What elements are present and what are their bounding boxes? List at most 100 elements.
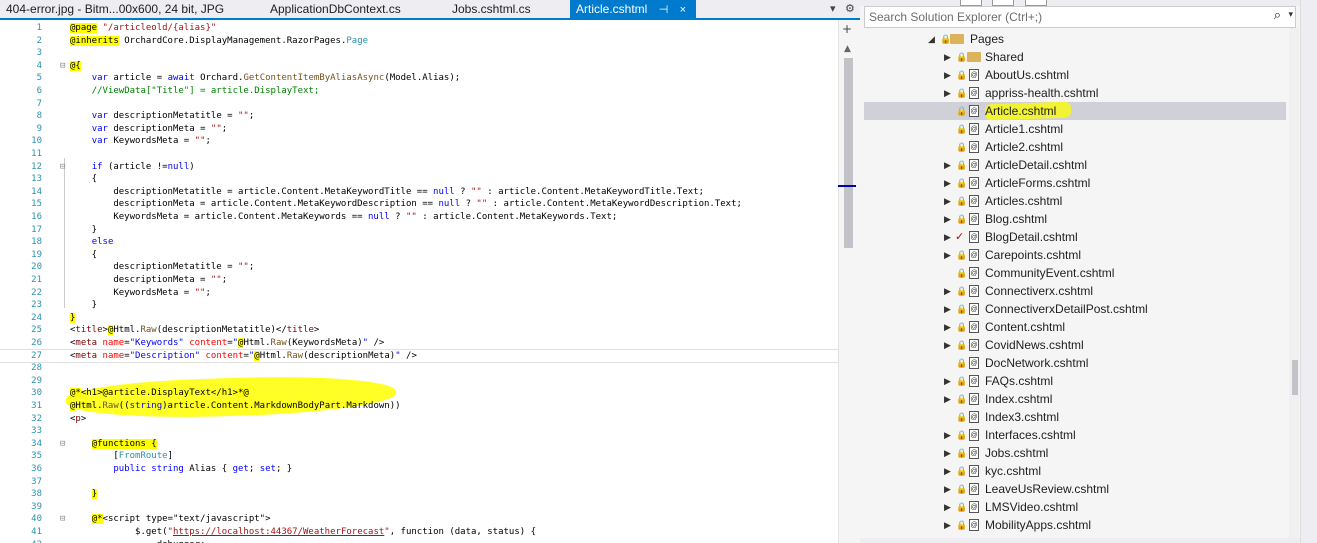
collapsed-arrow-icon[interactable]: ▶ [944, 318, 954, 336]
collapse-region-icon[interactable]: ⊟ [60, 438, 70, 451]
collapse-region-icon[interactable]: ⊟ [60, 161, 70, 174]
collapsed-arrow-icon[interactable]: ▶ [944, 462, 954, 480]
split-editor-icon[interactable]: + [842, 22, 852, 36]
collapsed-arrow-icon[interactable]: ▶ [944, 444, 954, 462]
tab-applicationdbcontext[interactable]: ApplicationDbContext.cs [264, 0, 440, 18]
expanded-arrow-icon[interactable]: ◢ [928, 30, 938, 48]
tree-item-folder[interactable]: ▶ 🔒 Shared [864, 48, 1286, 66]
tree-item-file[interactable]: 🔒 @ Article2.cshtml [864, 138, 1286, 156]
code-line[interactable]: 42 debugger; [0, 539, 838, 543]
collapse-region-icon[interactable]: ⊟ [60, 60, 70, 73]
tree-item-file[interactable]: ▶ 🔒 @ Carepoints.cshtml [864, 246, 1286, 264]
tree-item-file[interactable]: 🔒 @ Index3.cshtml [864, 408, 1286, 426]
code-line[interactable]: 21 descriptionMeta = ""; [0, 274, 838, 287]
tree-item-file[interactable]: ▶ 🔒 @ ArticleForms.cshtml [864, 174, 1286, 192]
code-line[interactable]: 8 var descriptionMetatitle = ""; [0, 110, 838, 123]
tree-item-file[interactable]: ▶ 🔒 @ kyc.cshtml [864, 462, 1286, 480]
code-line[interactable]: 2 @inherits OrchardCore.DisplayManagement… [0, 35, 838, 48]
code-line[interactable]: 27 <meta name="Description" content="@Htm… [0, 348, 839, 364]
collapsed-arrow-icon[interactable]: ▶ [944, 174, 954, 192]
tree-item-pages[interactable]: ◢ 🔒 Pages [860, 30, 1290, 48]
code-line[interactable]: 5 var article = await Orchard.GetContent… [0, 72, 838, 85]
tree-item-file[interactable]: ▶ 🔒 @ Jobs.cshtml [864, 444, 1286, 462]
code-line[interactable]: 25 <title>@Html.Raw(descriptionMetatitle)… [0, 324, 838, 337]
close-icon[interactable]: × [680, 1, 686, 19]
code-line[interactable]: 4 ⊟ @{ [0, 60, 838, 73]
collapsed-arrow-icon[interactable]: ▶ [944, 282, 954, 300]
tree-item-file[interactable]: 🔒 @ DocNetwork.cshtml [864, 354, 1286, 372]
code-line[interactable]: 12 ⊟ if (article !=null) [0, 161, 838, 174]
tree-item-file[interactable]: ▶ 🔒 @ LeaveUsReview.cshtml [864, 480, 1286, 498]
tree-item-file[interactable]: ▶ 🔒 @ CovidNews.cshtml [864, 336, 1286, 354]
code-line[interactable]: 14 descriptionMetatitle = article.Conten… [0, 186, 838, 199]
search-input[interactable]: Search Solution Explorer (Ctrl+;) [869, 10, 1042, 24]
code-line[interactable]: 28 [0, 362, 838, 375]
code-line[interactable]: 40 ⊟ @*<script type="text/javascript"> [0, 513, 838, 526]
code-line[interactable]: 23 } [0, 299, 838, 312]
collapsed-arrow-icon[interactable]: ▶ [944, 300, 954, 318]
editor-scroll-thumb[interactable] [844, 58, 853, 248]
settings-icon[interactable]: ⚙ [845, 0, 855, 18]
tree-item-file[interactable]: ▶ 🔒 @ appriss-health.cshtml [864, 84, 1286, 102]
code-line[interactable]: 9 var descriptionMeta = ""; [0, 123, 838, 136]
code-line[interactable]: 17 } [0, 224, 838, 237]
collapsed-arrow-icon[interactable]: ▶ [944, 336, 954, 354]
collapsed-arrow-icon[interactable]: ▶ [944, 84, 954, 102]
code-line[interactable]: 18 else [0, 236, 838, 249]
tree-item-file[interactable]: ▶ 🔒 @ Content.cshtml [864, 318, 1286, 336]
code-line[interactable]: 6 //ViewData["Title"] = article.DisplayT… [0, 85, 838, 98]
code-line[interactable]: 1 @page "/articleold/{alias}" [0, 22, 838, 35]
collapsed-arrow-icon[interactable]: ▶ [944, 498, 954, 516]
collapsed-arrow-icon[interactable]: ▶ [944, 66, 954, 84]
collapsed-arrow-icon[interactable]: ▶ [944, 48, 954, 66]
code-line[interactable]: 10 var KeywordsMeta = ""; [0, 135, 838, 148]
code-line[interactable]: 30 @*<h1>@article.DisplayText</h1>*@ [0, 387, 838, 400]
tree-item-file[interactable]: ▶ 🔒 @ LMSVideo.cshtml [864, 498, 1286, 516]
code-line[interactable]: 35 [FromRoute] [0, 450, 838, 463]
tree-item-file[interactable]: 🔒 @ Article1.cshtml [864, 120, 1286, 138]
code-line[interactable]: 31 @Html.Raw((string)article.Content.Mark… [0, 400, 838, 413]
collapsed-arrow-icon[interactable]: ▶ [944, 246, 954, 264]
code-line[interactable]: 20 descriptionMetatitle = ""; [0, 261, 838, 274]
collapsed-arrow-icon[interactable]: ▶ [944, 156, 954, 174]
explorer-vertical-scrollbar[interactable] [1289, 28, 1299, 538]
tree-item-file[interactable]: ▶ 🔒 @ FAQs.cshtml [864, 372, 1286, 390]
collapsed-arrow-icon[interactable]: ▶ [944, 210, 954, 228]
tree-item-file[interactable]: ▶ 🔒 @ ConnectiverxDetailPost.cshtml [864, 300, 1286, 318]
tree-item-file[interactable]: ▶ ✓ @ BlogDetail.cshtml [864, 228, 1286, 246]
code-line[interactable]: 7 [0, 98, 838, 111]
collapsed-arrow-icon[interactable]: ▶ [944, 480, 954, 498]
tree-item-file[interactable]: ▶ 🔒 @ ArticleDetail.cshtml [864, 156, 1286, 174]
code-line[interactable]: 33 [0, 425, 838, 438]
code-line[interactable]: 24} [0, 312, 838, 325]
search-options-dropdown-icon[interactable]: ▾ [1288, 10, 1293, 20]
tree-item-file[interactable]: ▶ 🔒 @ Interfaces.cshtml [864, 426, 1286, 444]
tab-dropdown-icon[interactable]: ▾ [830, 0, 836, 18]
code-line[interactable]: 36 public string Alias { get; set; } [0, 463, 838, 476]
collapsed-arrow-icon[interactable]: ▶ [944, 228, 954, 246]
collapsed-arrow-icon[interactable]: ▶ [944, 372, 954, 390]
code-line[interactable]: 3 [0, 47, 838, 60]
tree-item-file[interactable]: ▶ 🔒 @ Index.cshtml [864, 390, 1286, 408]
tree-item-file[interactable]: ▶ 🔒 @ Blog.cshtml [864, 210, 1286, 228]
code-line[interactable]: 38 } [0, 488, 838, 501]
code-line[interactable]: 16 KeywordsMeta = article.Content.MetaKe… [0, 211, 838, 224]
tree-item-file[interactable]: ▶ 🔒 @ Connectiverx.cshtml [864, 282, 1286, 300]
tab-404-error-jpg[interactable]: 404-error.jpg - Bitm...00x600, 24 bit, J… [0, 0, 256, 18]
code-editor[interactable]: + ▲ 1 @page "/articleold/{alias}" 2 @inheri… [0, 20, 860, 543]
collapse-region-icon[interactable]: ⊟ [60, 513, 70, 526]
code-line[interactable]: 41 $.get("https://localhost:44367/Weathe… [0, 526, 838, 539]
code-line[interactable]: 22 KeywordsMeta = ""; [0, 287, 838, 300]
code-line[interactable]: 37 [0, 476, 838, 489]
collapsed-arrow-icon[interactable]: ▶ [944, 426, 954, 444]
tree-item-file[interactable]: ▶ 🔒 @ Articles.cshtml [864, 192, 1286, 210]
tab-jobs-cshtml-cs[interactable]: Jobs.cshtml.cs [446, 0, 562, 18]
pin-icon[interactable]: ⊣ [659, 1, 669, 19]
code-line[interactable]: 26 <meta name="Keywords" content="@Html.R… [0, 337, 838, 350]
tree-item-file[interactable]: 🔒 @ Article.cshtml [864, 101, 1286, 121]
search-icon[interactable]: ⌕ [1274, 8, 1281, 23]
scroll-up-icon[interactable]: ▲ [844, 44, 851, 54]
collapsed-arrow-icon[interactable]: ▶ [944, 390, 954, 408]
code-line[interactable]: 13 { [0, 173, 838, 186]
tree-item-file[interactable]: ▶ 🔒 @ MobilityApps.cshtml [864, 516, 1286, 534]
